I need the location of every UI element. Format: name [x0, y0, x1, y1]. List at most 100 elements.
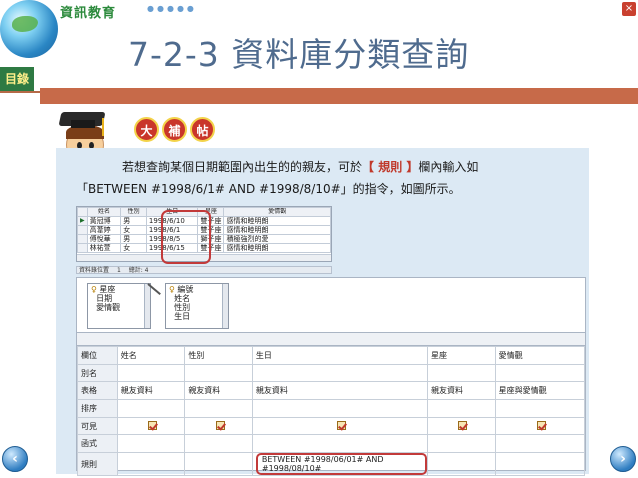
cell[interactable]: 雙子座 — [197, 216, 225, 226]
field-item[interactable]: 性別 — [169, 303, 225, 312]
vertical-scrollbar[interactable] — [222, 284, 228, 328]
grid-cell[interactable]: 親友資料 — [251, 381, 429, 401]
column-header[interactable]: 姓名 — [86, 207, 122, 217]
cell[interactable]: 傅悅華 — [86, 234, 122, 244]
cell[interactable]: 林祐萱 — [86, 243, 122, 253]
table-box-friends[interactable]: ♀ 編號 姓名 性別 生日 — [165, 283, 229, 329]
table-row[interactable]: ▶ 黃冠博 男 1998/6/10 雙子座 感情和睦明朗 — [77, 216, 331, 226]
table-row[interactable]: 林祐萱 女 1998/6/15 雙子座 感情和睦明朗 — [77, 243, 331, 253]
cell[interactable]: 感情和睦明朗 — [223, 225, 331, 235]
column-header[interactable]: 生日 — [145, 207, 199, 217]
grid-cell[interactable]: 愛情觀 — [494, 346, 586, 365]
grid-cell — [116, 416, 186, 436]
next-slide-button[interactable]: › — [610, 446, 636, 472]
row-selector-icon[interactable] — [77, 243, 88, 253]
grid-cell[interactable] — [251, 434, 429, 454]
grid-cell[interactable]: 生日 — [251, 346, 429, 365]
grid-cell — [251, 416, 429, 436]
cell[interactable]: 雙子座 — [197, 243, 225, 253]
grid-cell[interactable]: BETWEEN #1998/06/01# AND #1998/08/10# — [251, 452, 429, 477]
visible-checkbox[interactable] — [536, 420, 546, 430]
vertical-scrollbar[interactable] — [144, 284, 150, 328]
field-item[interactable]: 愛情觀 — [91, 303, 147, 312]
grid-cell[interactable] — [251, 363, 429, 383]
grid-cell[interactable] — [251, 399, 429, 418]
grid-cell[interactable] — [116, 452, 186, 477]
grid-cell[interactable] — [184, 434, 253, 454]
cell[interactable]: 女 — [120, 243, 147, 253]
grid-cell[interactable] — [494, 363, 586, 383]
visible-checkbox[interactable] — [148, 420, 158, 430]
cell[interactable]: 獅子座 — [197, 234, 225, 244]
key-icon: ♀ — [169, 285, 175, 294]
cell[interactable]: 男 — [120, 234, 147, 244]
globe-logo — [0, 0, 58, 58]
grid-cell[interactable] — [116, 399, 186, 418]
cell[interactable]: 感情和睦明朗 — [223, 216, 331, 226]
cell[interactable]: 男 — [120, 216, 147, 226]
cell[interactable]: 1998/6/1 — [145, 225, 199, 235]
grid-cell[interactable]: 親友資料 — [427, 381, 496, 401]
table-row[interactable]: 高葦婷 女 1998/6/1 雙子座 感情和睦明朗 — [77, 225, 331, 235]
grid-cell[interactable] — [427, 399, 496, 418]
row-label: 表格 — [77, 381, 118, 401]
grid-cell[interactable] — [184, 452, 253, 477]
query-result-datasheet: 姓名 性別 生日 星座 愛情觀 ▶ 黃冠博 男 1998/6/10 雙子座 感情… — [76, 206, 332, 262]
table-box-zodiac[interactable]: ♀ 星座 日期 愛情觀 — [87, 283, 151, 329]
cell[interactable]: 1998/8/5 — [145, 234, 199, 244]
grid-cell[interactable]: 性別 — [184, 346, 253, 365]
badge-char: 帖 — [190, 117, 215, 142]
field-item[interactable]: ♀ 星座 — [91, 285, 147, 294]
record-current[interactable]: 1 — [117, 267, 121, 274]
row-selector-icon[interactable]: ▶ — [77, 216, 88, 226]
grid-row-sort: 排序 — [77, 399, 586, 418]
tips-badge: 大 補 帖 — [134, 117, 215, 142]
horizontal-scrollbar[interactable] — [77, 254, 331, 261]
grid-cell[interactable] — [494, 399, 586, 418]
cell[interactable]: 積極強烈的愛 — [223, 234, 331, 244]
cell[interactable]: 1998/6/10 — [145, 216, 199, 226]
cell[interactable]: 黃冠博 — [86, 216, 122, 226]
cell[interactable]: 雙子座 — [197, 225, 225, 235]
cell[interactable]: 高葦婷 — [86, 225, 122, 235]
grid-cell[interactable] — [184, 363, 253, 383]
grid-cell — [184, 416, 253, 436]
field-item[interactable]: 生日 — [169, 312, 225, 321]
table-row[interactable]: 傅悅華 男 1998/8/5 獅子座 積極強烈的愛 — [77, 234, 331, 244]
grid-cell[interactable]: 親友資料 — [116, 381, 186, 401]
grid-row-alias: 別名 — [77, 363, 586, 383]
grid-cell[interactable]: 親友資料 — [184, 381, 253, 401]
grid-row-visible: 可見 — [77, 416, 586, 436]
grid-cell[interactable] — [427, 434, 496, 454]
cell[interactable]: 感情和睦明朗 — [223, 243, 331, 253]
grid-cell[interactable] — [184, 399, 253, 418]
close-icon[interactable]: × — [622, 2, 636, 16]
field-item[interactable]: 日期 — [91, 294, 147, 303]
visible-checkbox[interactable] — [336, 420, 346, 430]
visible-checkbox[interactable] — [215, 420, 225, 430]
grid-cell[interactable] — [427, 452, 496, 477]
criteria-input[interactable]: BETWEEN #1998/06/01# AND #1998/08/10# — [255, 453, 428, 476]
grid-cell[interactable] — [427, 363, 496, 383]
row-label: 規則 — [77, 452, 118, 477]
row-selector-icon[interactable] — [77, 234, 88, 244]
column-header[interactable]: 性別 — [120, 207, 147, 217]
grid-cell[interactable]: 姓名 — [116, 346, 186, 365]
grid-cell[interactable] — [116, 434, 186, 454]
grid-cell[interactable]: 星座與愛情觀 — [494, 381, 586, 401]
cell[interactable]: 1998/6/15 — [145, 243, 199, 253]
grid-cell[interactable] — [494, 434, 586, 454]
cell[interactable]: 女 — [120, 225, 147, 235]
column-header[interactable]: 愛情觀 — [223, 207, 331, 217]
grid-cell[interactable] — [494, 452, 586, 477]
field-item[interactable]: 姓名 — [169, 294, 225, 303]
grid-cell[interactable]: 星座 — [427, 346, 496, 365]
column-header[interactable]: 星座 — [197, 207, 225, 217]
splitter[interactable] — [76, 333, 586, 345]
grid-cell[interactable] — [116, 363, 186, 383]
prev-slide-button[interactable]: ‹ — [2, 446, 28, 472]
row-selector-icon[interactable] — [77, 225, 88, 235]
toc-button[interactable]: 目錄 — [0, 67, 34, 91]
visible-checkbox[interactable] — [458, 420, 468, 430]
field-item[interactable]: ♀ 編號 — [169, 285, 225, 294]
